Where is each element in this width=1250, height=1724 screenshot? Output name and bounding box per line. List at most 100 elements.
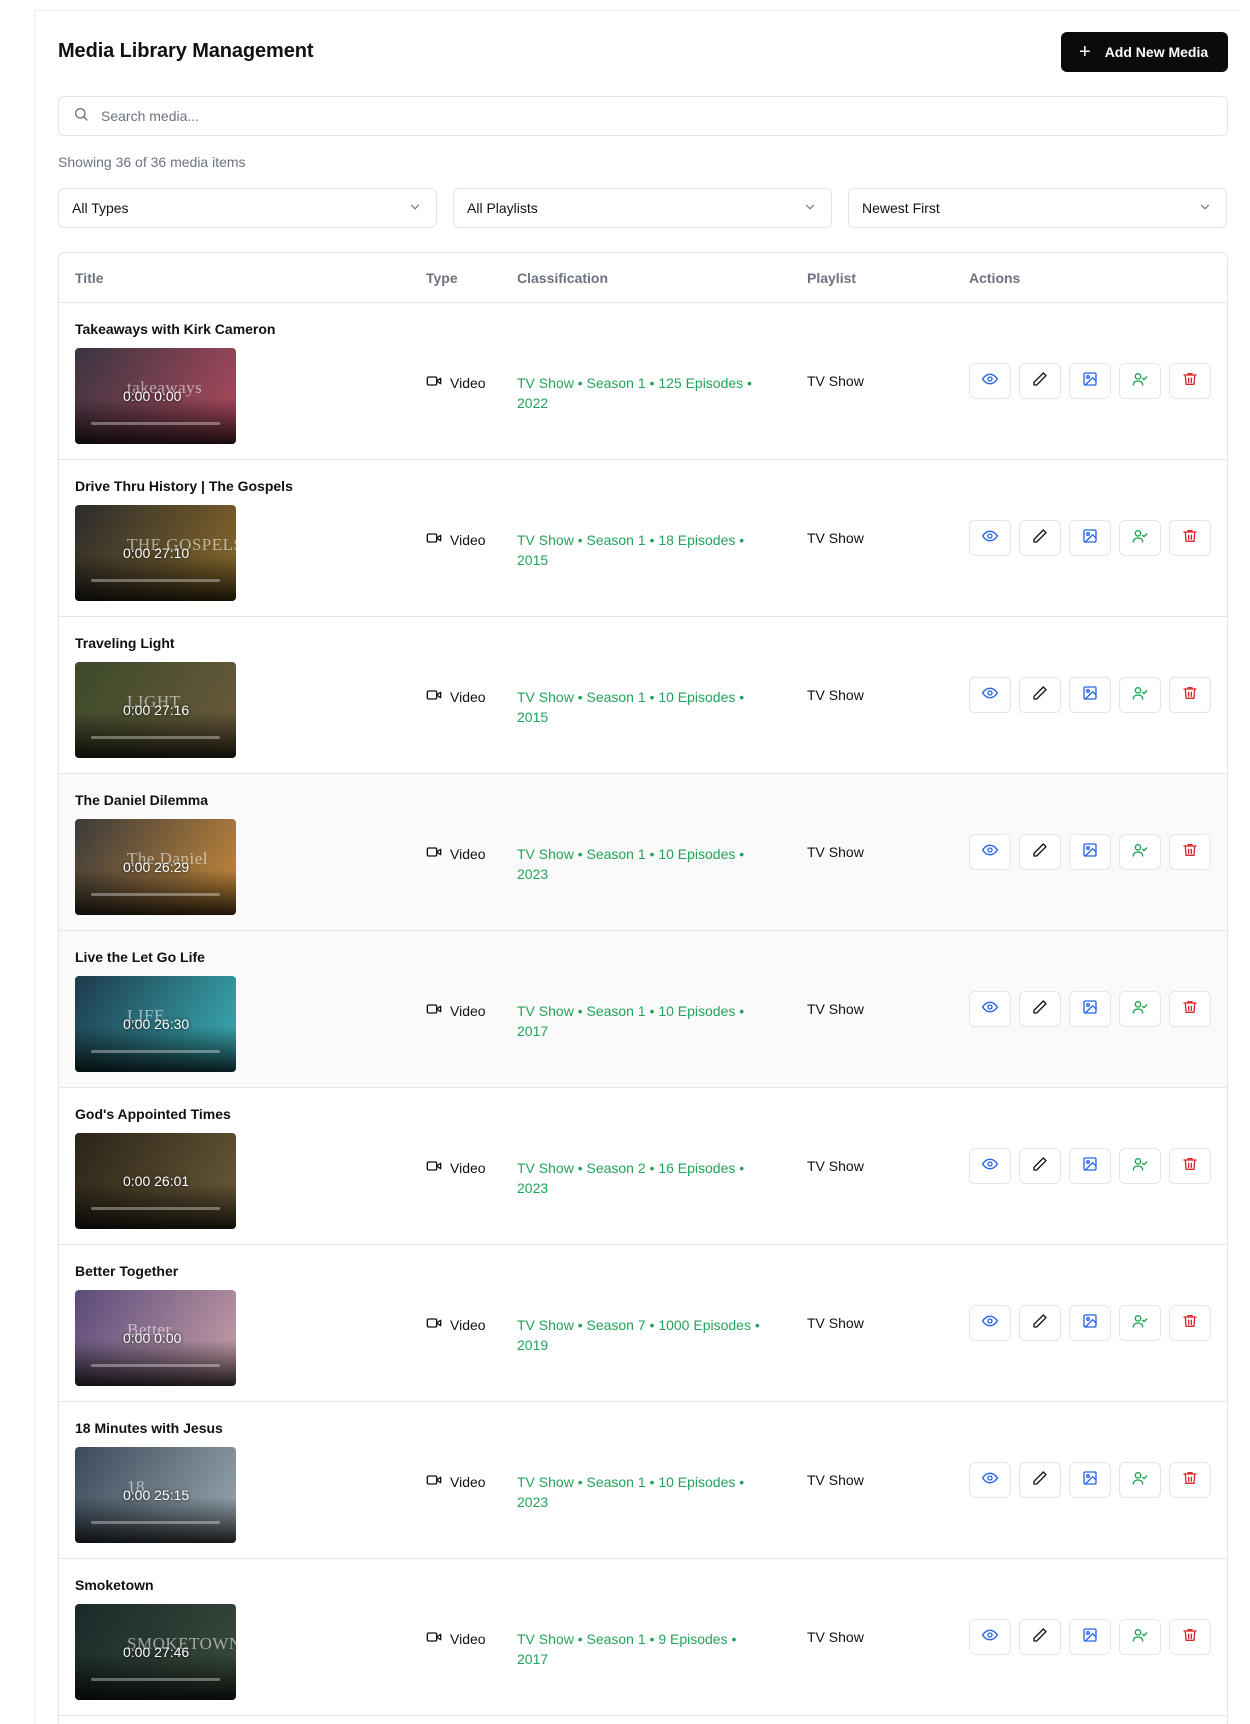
playlist-filter-select[interactable]: All Playlists xyxy=(453,188,832,228)
media-title: Better Together xyxy=(75,1263,179,1279)
sort-select[interactable]: Newest First xyxy=(848,188,1227,228)
view-button[interactable] xyxy=(969,991,1011,1027)
change-thumbnail-button[interactable] xyxy=(1069,520,1111,556)
edit-button[interactable] xyxy=(1019,520,1061,556)
video-thumbnail[interactable]: Better 0:00 0:00 xyxy=(75,1290,236,1386)
view-button[interactable] xyxy=(969,1305,1011,1341)
image-icon xyxy=(1082,1627,1098,1648)
edit-button[interactable] xyxy=(1019,991,1061,1027)
video-progress-bar[interactable] xyxy=(91,1207,220,1210)
video-progress-bar[interactable] xyxy=(91,1521,220,1524)
delete-button[interactable] xyxy=(1169,677,1211,713)
edit-button[interactable] xyxy=(1019,1619,1061,1655)
change-thumbnail-button[interactable] xyxy=(1069,363,1111,399)
trash-icon xyxy=(1182,842,1198,863)
edit-button[interactable] xyxy=(1019,834,1061,870)
assign-user-button[interactable] xyxy=(1119,677,1161,713)
assign-user-button[interactable] xyxy=(1119,1462,1161,1498)
assign-user-button[interactable] xyxy=(1119,1619,1161,1655)
video-thumbnail[interactable]: THE GOSPELS 0:00 27:10 xyxy=(75,505,236,601)
row-actions xyxy=(969,991,1219,1027)
video-time: 0:00 27:46 xyxy=(123,1644,190,1660)
assign-user-button[interactable] xyxy=(1119,1148,1161,1184)
delete-button[interactable] xyxy=(1169,1148,1211,1184)
assign-user-button[interactable] xyxy=(1119,363,1161,399)
video-progress-bar[interactable] xyxy=(91,1364,220,1367)
row-actions xyxy=(969,1462,1219,1498)
edit-button[interactable] xyxy=(1019,1462,1061,1498)
media-title: Live the Let Go Life xyxy=(75,949,205,965)
video-time: 0:00 0:00 xyxy=(123,1330,182,1346)
change-thumbnail-button[interactable] xyxy=(1069,677,1111,713)
change-thumbnail-button[interactable] xyxy=(1069,991,1111,1027)
assign-user-button[interactable] xyxy=(1119,520,1161,556)
column-title: Title xyxy=(75,270,104,286)
delete-button[interactable] xyxy=(1169,1462,1211,1498)
video-icon xyxy=(426,1315,450,1334)
change-thumbnail-button[interactable] xyxy=(1069,1462,1111,1498)
edit-button[interactable] xyxy=(1019,677,1061,713)
table-row: Live the Let Go Life LIFE 0:00 26:30 Video T… xyxy=(59,931,1227,1088)
video-progress-bar[interactable] xyxy=(91,1050,220,1053)
media-title: Drive Thru History | The Gospels xyxy=(75,478,293,494)
view-button[interactable] xyxy=(969,1462,1011,1498)
video-thumbnail[interactable]: The Daniel 0:00 26:29 xyxy=(75,819,236,915)
video-progress-bar[interactable] xyxy=(91,579,220,582)
change-thumbnail-button[interactable] xyxy=(1069,1148,1111,1184)
media-type-label: Video xyxy=(450,1473,486,1490)
row-actions xyxy=(969,520,1219,556)
table-row: Better Together Better 0:00 0:00 Video TV Sh… xyxy=(59,1245,1227,1402)
video-progress-bar[interactable] xyxy=(91,736,220,739)
edit-button[interactable] xyxy=(1019,1148,1061,1184)
eye-icon xyxy=(982,1627,998,1648)
video-progress-bar[interactable] xyxy=(91,422,220,425)
video-time: 0:00 25:15 xyxy=(123,1487,190,1503)
change-thumbnail-button[interactable] xyxy=(1069,834,1111,870)
view-button[interactable] xyxy=(969,520,1011,556)
table-row: 18 Minutes with Jesus 18 0:00 25:15 Video TV… xyxy=(59,1402,1227,1559)
video-thumbnail[interactable]: 0:00 26:01 xyxy=(75,1133,236,1229)
image-icon xyxy=(1082,1156,1098,1177)
add-new-media-button[interactable]: + Add New Media xyxy=(1061,32,1228,72)
delete-button[interactable] xyxy=(1169,1619,1211,1655)
video-thumbnail[interactable]: 18 0:00 25:15 xyxy=(75,1447,236,1543)
trash-icon xyxy=(1182,685,1198,706)
video-progress-bar[interactable] xyxy=(91,1678,220,1681)
edit-button[interactable] xyxy=(1019,363,1061,399)
media-classification: TV Show • Season 1 • 10 Episodes • 2015 xyxy=(517,689,745,725)
user-check-icon xyxy=(1132,371,1148,392)
search-icon xyxy=(73,106,89,127)
view-button[interactable] xyxy=(969,363,1011,399)
edit-button[interactable] xyxy=(1019,1305,1061,1341)
view-button[interactable] xyxy=(969,1148,1011,1184)
table-row: Traveling Light LIGHT 0:00 27:16 Video TV Sh… xyxy=(59,617,1227,774)
delete-button[interactable] xyxy=(1169,834,1211,870)
view-button[interactable] xyxy=(969,834,1011,870)
filter-bar: All Types All Playlists Newest First xyxy=(58,188,1228,228)
pencil-icon xyxy=(1032,685,1048,706)
video-thumbnail[interactable]: LIFE 0:00 26:30 xyxy=(75,976,236,1072)
search-input[interactable] xyxy=(101,108,1201,124)
change-thumbnail-button[interactable] xyxy=(1069,1619,1111,1655)
view-button[interactable] xyxy=(969,1619,1011,1655)
video-thumbnail[interactable]: LIGHT 0:00 27:16 xyxy=(75,662,236,758)
media-playlist: TV Show xyxy=(807,687,864,703)
table-body: Takeaways with Kirk Cameron takeaways 0:00… xyxy=(59,303,1227,1716)
video-progress-bar[interactable] xyxy=(91,893,220,896)
eye-icon xyxy=(982,1156,998,1177)
assign-user-button[interactable] xyxy=(1119,1305,1161,1341)
search-box xyxy=(58,96,1228,136)
video-thumbnail[interactable]: takeaways 0:00 0:00 xyxy=(75,348,236,444)
type-filter-select[interactable]: All Types xyxy=(58,188,437,228)
assign-user-button[interactable] xyxy=(1119,991,1161,1027)
media-type: Video xyxy=(426,1315,486,1334)
delete-button[interactable] xyxy=(1169,363,1211,399)
change-thumbnail-button[interactable] xyxy=(1069,1305,1111,1341)
plus-icon: + xyxy=(1079,41,1091,63)
view-button[interactable] xyxy=(969,677,1011,713)
delete-button[interactable] xyxy=(1169,1305,1211,1341)
delete-button[interactable] xyxy=(1169,991,1211,1027)
video-thumbnail[interactable]: SMOKETOWN 0:00 27:46 xyxy=(75,1604,236,1700)
assign-user-button[interactable] xyxy=(1119,834,1161,870)
delete-button[interactable] xyxy=(1169,520,1211,556)
